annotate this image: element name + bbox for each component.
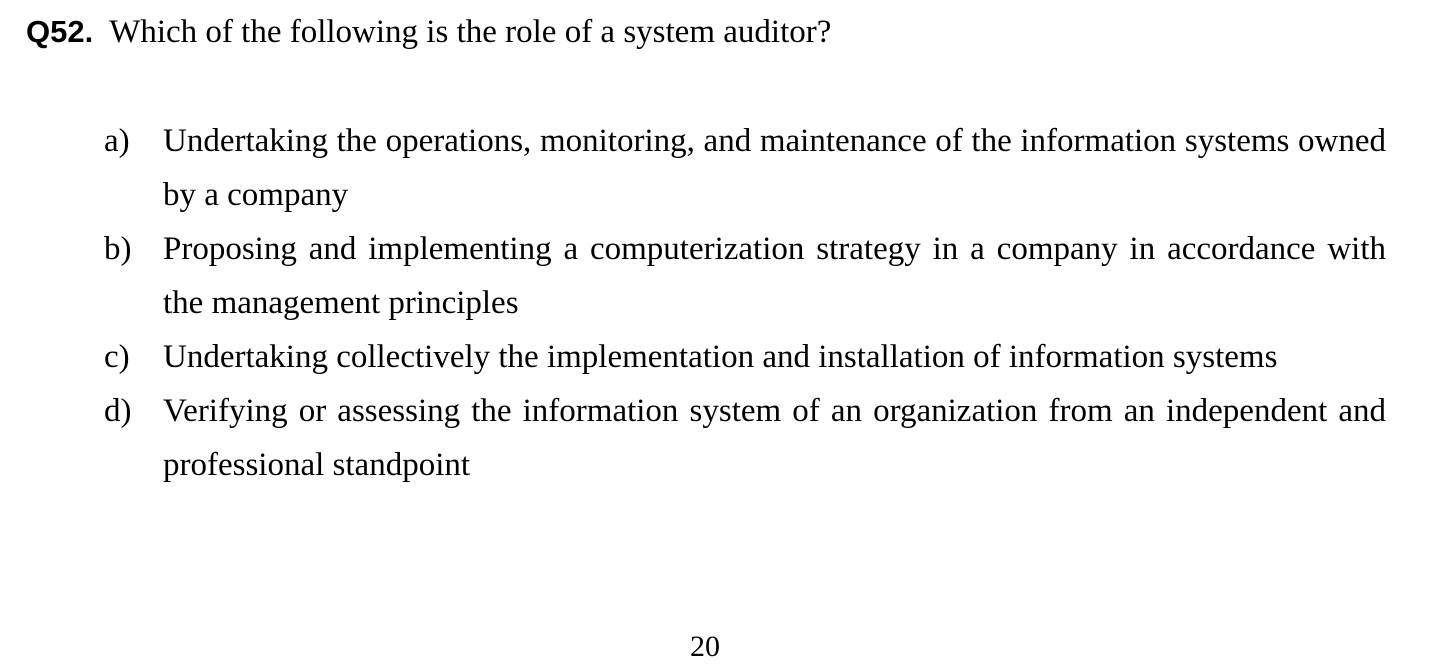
option-b: b) Proposing and implementing a computer… (104, 222, 1386, 330)
option-a: a) Undertaking the operations, monitorin… (104, 114, 1386, 222)
option-c: c) Undertaking collectively the implemen… (104, 330, 1386, 384)
page-number: 20 (690, 630, 720, 663)
question-text: Which of the following is the role of a … (109, 14, 832, 50)
option-text: Undertaking the operations, monitoring, … (163, 123, 1386, 213)
option-letter: d) (104, 393, 132, 429)
question-heading: Q52. Which of the following is the role o… (26, 10, 831, 54)
option-letter: c) (104, 339, 130, 375)
option-letter: b) (104, 231, 132, 267)
answer-options-list: a) Undertaking the operations, monitorin… (104, 114, 1386, 492)
question-number: Q52. (26, 14, 94, 49)
option-text: Proposing and implementing a computeriza… (163, 231, 1386, 321)
option-d: d) Verifying or assessing the informatio… (104, 384, 1386, 492)
option-text: Undertaking collectively the implementat… (163, 339, 1278, 375)
option-text: Verifying or assessing the information s… (163, 393, 1386, 483)
option-letter: a) (104, 123, 130, 159)
